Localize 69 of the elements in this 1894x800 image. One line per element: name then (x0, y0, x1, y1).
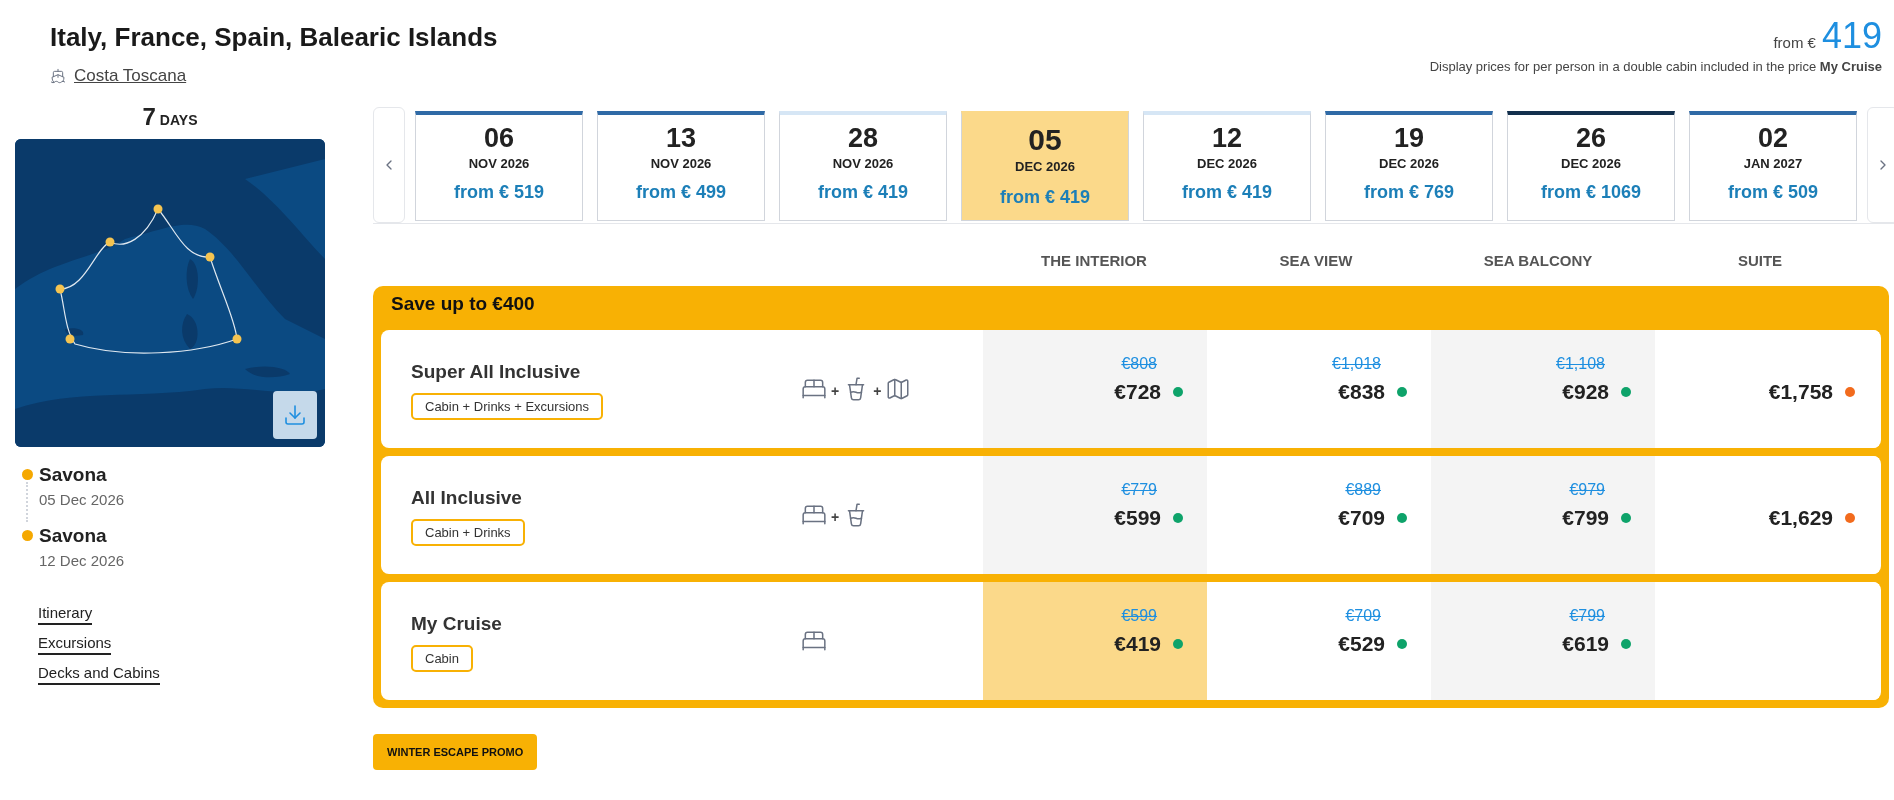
date-card[interactable]: 06 NOV 2026 from € 519 (415, 110, 583, 221)
port-name: Savona (39, 462, 108, 487)
cabin-price: €799 (1562, 505, 1609, 531)
duration-unit: DAYS (159, 110, 198, 130)
cabin-price: €838 (1338, 379, 1385, 405)
column-header: SEA VIEW (1279, 250, 1353, 271)
original-price: €889 (1345, 480, 1381, 500)
ship-icon (50, 67, 66, 84)
cabin-price: €928 (1562, 379, 1609, 405)
original-price: €709 (1345, 606, 1381, 626)
package-tag: Cabin (411, 644, 473, 672)
package-tag: Cabin + Drinks + Excursions (411, 392, 603, 420)
cruise-title: Italy, France, Spain, Balearic Islands (50, 21, 498, 54)
cabin-price: €709 (1338, 505, 1385, 531)
from-price: 419 (1821, 18, 1882, 54)
plus-sign: + (831, 508, 840, 527)
price-cell[interactable]: €808 €728 (983, 330, 1207, 448)
column-header: SEA BALCONY (1483, 250, 1593, 271)
cabin-price: €1,758 (1768, 379, 1833, 405)
date-card[interactable]: 05 DEC 2026 from € 419 (961, 110, 1129, 221)
cabin-price: €529 (1338, 631, 1385, 657)
duration-number: 7 (142, 101, 156, 132)
price-cell[interactable]: €779 €599 (983, 456, 1207, 574)
column-header: SUITE (1737, 250, 1783, 271)
download-button[interactable] (273, 390, 317, 439)
original-price: €979 (1569, 480, 1605, 500)
package-tag: Cabin + Drinks (411, 518, 525, 546)
package-name: All Inclusive (411, 486, 522, 510)
offer-title: Save up to €400 (391, 291, 535, 316)
package-name: Super All Inclusive (411, 360, 581, 384)
date-card[interactable]: 28 NOV 2026 from € 419 (779, 110, 947, 221)
cabin-price: €599 (1114, 505, 1161, 531)
price-cell[interactable]: €1,108 €928 (1431, 330, 1655, 448)
port-name: Savona (39, 523, 108, 548)
section-link[interactable]: Itinerary (38, 602, 93, 625)
date-card[interactable]: 19 DEC 2026 from € 769 (1325, 110, 1493, 221)
plus-sign: + (831, 382, 840, 401)
map-icon (885, 376, 912, 402)
date-card[interactable]: 02 JAN 2027 from € 509 (1689, 110, 1857, 221)
cabin-price: €419 (1114, 631, 1161, 657)
price-cell[interactable]: €979 €799 (1431, 456, 1655, 574)
cabin-price: €1,629 (1768, 505, 1833, 531)
port-date: 05 Dec 2026 (39, 490, 125, 510)
price-cell[interactable]: €799 €619 (1431, 582, 1655, 700)
date-card[interactable]: 26 DEC 2026 from € 1069 (1507, 110, 1675, 221)
section-link[interactable]: Excursions (38, 632, 112, 655)
next-button[interactable] (1867, 106, 1894, 223)
price-note: Display prices for per person in a double cabin included in the price My Cruise (1429, 57, 1882, 76)
price-cell[interactable]: €599 €419 (983, 582, 1207, 700)
promo-button[interactable]: WINTER ESCAPE PROMO (373, 734, 538, 770)
date-card[interactable]: 13 NOV 2026 from € 499 (597, 110, 765, 221)
original-price: €808 (1121, 354, 1157, 374)
from-label: from € (1773, 33, 1816, 53)
original-price: €1,108 (1556, 354, 1605, 374)
previous-button[interactable] (373, 106, 405, 223)
ship-link[interactable]: Costa Toscana (74, 63, 187, 89)
original-price: €599 (1121, 606, 1157, 626)
cabin-price: €728 (1114, 379, 1161, 405)
section-link[interactable]: Decks and Cabins (38, 662, 160, 685)
original-price: €779 (1121, 480, 1157, 500)
date-card[interactable]: 12 DEC 2026 from € 419 (1143, 110, 1311, 221)
column-header: THE INTERIOR (1041, 250, 1147, 271)
original-price: €799 (1569, 606, 1605, 626)
download-icon (283, 402, 307, 427)
package-name: My Cruise (411, 612, 502, 636)
port-date: 12 Dec 2026 (39, 551, 125, 571)
cabin-price: €619 (1562, 631, 1609, 657)
original-price: €1,018 (1332, 354, 1381, 374)
plus-sign: + (873, 382, 882, 401)
